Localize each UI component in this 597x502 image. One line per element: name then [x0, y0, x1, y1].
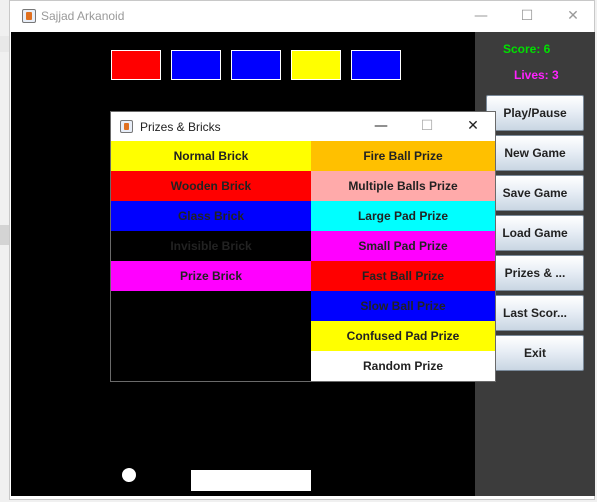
dialog-close-button[interactable]: ✕ [450, 112, 496, 141]
load-game-button[interactable]: Load Game [486, 215, 584, 251]
save-game-button[interactable]: Save Game [486, 175, 584, 211]
prizes-bricks-button[interactable]: Prizes & ... [486, 255, 584, 291]
dialog-minimize-button[interactable]: — [358, 112, 404, 141]
lives-label: Lives: 3 [514, 68, 559, 82]
last-scores-button[interactable]: Last Scor... [486, 295, 584, 331]
exit-button[interactable]: Exit [486, 335, 584, 371]
brick [291, 50, 341, 80]
prize-type-cell: Fire Ball Prize [311, 141, 495, 171]
brick-type-cell: Invisible Brick [111, 231, 311, 261]
java-app-icon [22, 9, 36, 23]
background-window-edge [0, 36, 9, 52]
brick [231, 50, 281, 80]
background-window-edge-mark [0, 225, 9, 245]
prizes-bricks-dialog: Prizes & Bricks — ☐ ✕ Normal Brick Woode… [110, 111, 496, 382]
brick-type-cell: Normal Brick [111, 141, 311, 171]
dialog-maximize-button[interactable]: ☐ [404, 112, 450, 141]
prize-type-cell: Small Pad Prize [311, 231, 495, 261]
new-game-button[interactable]: New Game [486, 135, 584, 171]
prize-type-cell: Large Pad Prize [311, 201, 495, 231]
prize-type-cell: Random Prize [311, 351, 495, 381]
paddle[interactable] [191, 470, 311, 491]
brick-type-cell: Wooden Brick [111, 171, 311, 201]
prize-type-cell: Confused Pad Prize [311, 321, 495, 351]
maximize-button[interactable]: ☐ [504, 1, 550, 32]
title-bar: Sajjad Arkanoid — ☐ ✕ [10, 1, 594, 32]
close-button[interactable]: ✕ [550, 1, 596, 32]
brick-type-cell: Glass Brick [111, 201, 311, 231]
play-pause-button[interactable]: Play/Pause [486, 95, 584, 131]
minimize-button[interactable]: — [458, 1, 504, 32]
score-label: Score: 6 [503, 42, 551, 56]
prize-type-cell: Fast Ball Prize [311, 261, 495, 291]
window-title: Sajjad Arkanoid [41, 9, 125, 23]
dialog-title: Prizes & Bricks [140, 120, 221, 134]
ball [122, 468, 136, 482]
prize-type-cell: Multiple Balls Prize [311, 171, 495, 201]
dialog-title-bar: Prizes & Bricks — ☐ ✕ [111, 112, 495, 141]
prize-type-cell: Slow Ball Prize [311, 291, 495, 321]
brick [111, 50, 161, 80]
java-app-icon [120, 120, 133, 133]
brick [171, 50, 221, 80]
brick [351, 50, 401, 80]
brick-type-cell: Prize Brick [111, 261, 311, 291]
